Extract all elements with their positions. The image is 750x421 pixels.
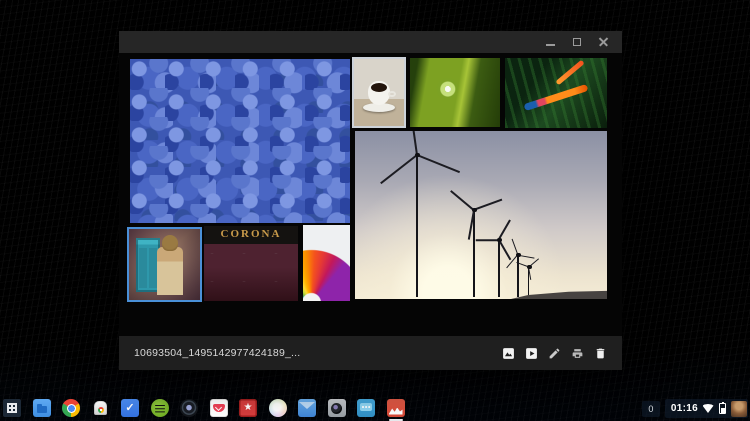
costumed-figure-head (162, 235, 178, 251)
minimize-button[interactable] (544, 35, 556, 49)
mail-icon (298, 399, 316, 417)
lens-app-button[interactable] (180, 399, 198, 417)
photo-wind-turbines[interactable] (355, 131, 607, 299)
spotify-icon (150, 399, 169, 417)
gallery-window: CORONA 10693504_1495142977424189_... (119, 31, 622, 370)
edit-button[interactable] (548, 347, 561, 360)
horizon-hill (511, 290, 607, 299)
camera-lens-icon (180, 399, 198, 417)
wifi-icon (702, 404, 714, 413)
maximize-button[interactable] (571, 35, 583, 49)
window-titlebar[interactable] (119, 31, 622, 53)
camera-app-button[interactable] (327, 399, 346, 417)
coffee-handle (388, 91, 396, 97)
window-controls (544, 31, 610, 53)
close-icon (599, 37, 609, 47)
gallery-icon (386, 399, 405, 417)
close-button[interactable] (598, 35, 610, 49)
flower-crest (555, 59, 585, 86)
photo-costume-police-box[interactable] (127, 227, 202, 302)
chrome-app-button[interactable] (62, 399, 80, 417)
coffee-brew (371, 83, 387, 92)
minimize-icon (545, 43, 555, 46)
mosaic-view-button[interactable] (502, 347, 515, 360)
pocket-icon (209, 399, 228, 417)
battery-icon (719, 401, 726, 414)
web-store-app-button[interactable] (92, 399, 110, 417)
print-icon (572, 348, 583, 358)
inbox-app-button[interactable] (121, 399, 139, 417)
photo-coffee-cup[interactable] (352, 57, 406, 128)
user-avatar (730, 400, 747, 417)
mosaic-view-icon (503, 347, 514, 359)
files-app-button[interactable] (32, 399, 51, 417)
maximize-icon (573, 38, 581, 46)
pastel-circle-icon (268, 399, 287, 417)
edit-icon (549, 348, 560, 358)
flower-bloom (523, 83, 589, 112)
print-button[interactable] (571, 347, 584, 360)
toolbar-actions (502, 347, 607, 360)
gallery-toolbar: 10693504_1495142977424189_... (119, 336, 622, 370)
mail-app-button[interactable] (298, 399, 316, 417)
photo-bird-of-paradise[interactable] (505, 58, 607, 128)
photo-blue-stones[interactable] (130, 59, 350, 223)
gallery-app-button[interactable] (386, 399, 405, 421)
inbox-icon (121, 399, 139, 417)
slideshow-icon (526, 347, 537, 359)
photo-water-droplet-leaf[interactable] (410, 58, 500, 127)
gallery-mosaic: CORONA (119, 53, 622, 336)
shelf-apps (3, 399, 405, 421)
chrome-icon (62, 399, 80, 417)
web-store-icon (92, 399, 110, 417)
photo-corona-typewriter[interactable]: CORONA (204, 226, 298, 301)
files-icon (32, 399, 51, 417)
photo-color-fan[interactable] (303, 225, 350, 301)
slideshow-button[interactable] (525, 347, 538, 360)
system-tray[interactable]: 01:16 (664, 399, 748, 418)
desktop: CORONA 10693504_1495142977424189_... ✓ ★… (0, 0, 750, 421)
shelf: 0 01:16 (0, 388, 750, 421)
messages-app-button[interactable] (357, 399, 375, 417)
status-area: 0 01:16 (641, 399, 748, 418)
spotify-app-button[interactable] (150, 399, 169, 417)
messages-icon (357, 399, 375, 417)
notification-count: 0 (648, 403, 654, 414)
app-launcher-button[interactable] (3, 399, 21, 417)
camera-icon (327, 399, 346, 417)
clock: 01:16 (670, 403, 698, 414)
wunderlist-icon (239, 399, 257, 417)
wunderlist-app-button[interactable] (239, 399, 257, 417)
app-launcher-icon (3, 399, 21, 417)
selected-filename: 10693504_1495142977424189_... (134, 347, 301, 359)
costumed-figure (157, 247, 183, 295)
notification-counter[interactable]: 0 (641, 400, 660, 417)
pastel-circle-app-button[interactable] (268, 399, 287, 417)
delete-icon (596, 348, 605, 358)
delete-button[interactable] (594, 347, 607, 360)
corona-brand-text: CORONA (220, 228, 282, 240)
pocket-app-button[interactable] (209, 399, 228, 417)
